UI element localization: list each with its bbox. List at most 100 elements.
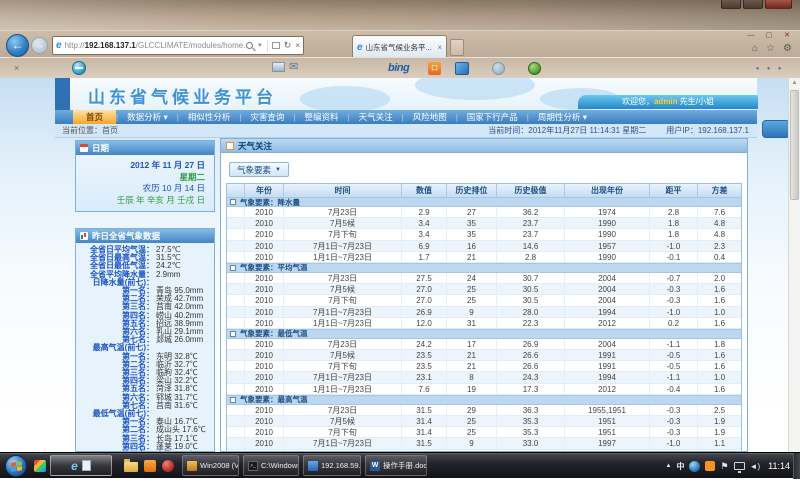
bing-box-icon[interactable]: 口	[428, 62, 441, 75]
start-button[interactable]	[5, 455, 27, 477]
address-bar[interactable]: e http://192.168.137.1/GLCCLIMATE/module…	[52, 36, 304, 55]
taskbar-button-2[interactable]: >_C:\Windows\sy...	[243, 455, 299, 476]
close-button[interactable]	[765, 0, 792, 9]
app-orange-icon[interactable]	[144, 460, 156, 472]
table-row[interactable]: 20101月1日~7月23日7.61917.32012-0.41.6	[227, 384, 741, 395]
minimize-button[interactable]	[721, 0, 741, 9]
scrollbar-up-icon[interactable]: ▲	[789, 78, 800, 88]
globe-icon[interactable]	[528, 62, 541, 75]
favorites-star-icon[interactable]: ☆	[766, 43, 775, 54]
table-row[interactable]: 20107月1日~7月23日26.9928.01994-1.01.0	[227, 307, 741, 318]
refresh-icon[interactable]: ↻	[284, 40, 292, 51]
quick-launch-icon[interactable]	[34, 460, 46, 472]
ime-indicator[interactable]: 中	[676, 461, 684, 472]
cell: 16	[447, 241, 497, 251]
speaker-icon[interactable]: ◄)	[750, 462, 761, 471]
bing-logo[interactable]: bing	[388, 62, 409, 74]
checkbox[interactable]	[230, 331, 236, 337]
checkbox[interactable]	[230, 199, 236, 205]
table-row[interactable]: 20107月1日~7月23日23.1824.31994-1.11.0	[227, 372, 741, 383]
forward-button[interactable]: →	[31, 37, 48, 54]
cell: 4.8	[698, 229, 741, 239]
nav-item-1[interactable]: 首页	[73, 110, 116, 124]
gear-icon[interactable]: ⚙	[783, 43, 792, 54]
tool-icon[interactable]	[492, 62, 505, 75]
browser-tab[interactable]: e 山东省气候业务平... ×	[352, 35, 447, 58]
media-player-icon[interactable]	[162, 460, 174, 472]
table-row[interactable]: 20107月23日24.21726.92004-1.11.8	[227, 339, 741, 350]
back-button[interactable]: ←	[6, 34, 29, 57]
taskbar-button-3[interactable]: 192.168.59.99...	[303, 455, 361, 476]
compatibility-icon[interactable]	[272, 42, 280, 49]
table-row[interactable]: 20107月下旬31.42535.31951-0.31.9	[227, 427, 741, 438]
home-icon[interactable]: ⌂	[752, 43, 758, 54]
scrollbar-thumb[interactable]	[790, 90, 799, 200]
cell: 2004	[565, 339, 650, 349]
nav-item-7[interactable]: 风险地图	[404, 110, 456, 124]
table-row[interactable]: 20107月23日31.52936.31955,1951-0.32.5	[227, 405, 741, 416]
nav-item-2[interactable]: 数据分析 ▾	[118, 110, 177, 124]
checkbox[interactable]	[230, 265, 236, 271]
action-center-flag-icon[interactable]: ⚑	[720, 461, 728, 472]
mail-icon[interactable]: ✉	[289, 60, 298, 73]
nav-item-3[interactable]: 相似性分析	[179, 110, 240, 124]
taskbar-button-1[interactable]: Win2008 (VS2...	[182, 455, 239, 476]
nav-item-9[interactable]: 周期性分析 ▾	[529, 110, 596, 124]
table-row[interactable]: 20107月5候27.02530.52004-0.31.6	[227, 284, 741, 295]
explorer-folder-icon[interactable]	[124, 462, 138, 472]
addon-logo-icon[interactable]	[72, 61, 86, 75]
card-icon[interactable]	[272, 62, 285, 72]
table-row[interactable]: 20107月5候31.42535.31951-0.31.9	[227, 416, 741, 427]
nav-item-6[interactable]: 天气关注	[350, 110, 402, 124]
date-panel-body: 2012 年 11 月 27 日 星期二 农历 10 月 14 日 壬辰 年 辛…	[76, 155, 214, 206]
media-icon[interactable]	[455, 62, 469, 75]
table-row[interactable]: 20107月5候23.52126.61991-0.51.6	[227, 350, 741, 361]
cell: 1月1日~7月23日	[284, 384, 402, 394]
stop-icon[interactable]: ×	[295, 41, 300, 50]
taskbar-button-4[interactable]: W操作手册.docx ...	[365, 455, 427, 476]
table-row[interactable]: 20101月1日~7月23日12.03122.320120.21.6	[227, 318, 741, 329]
checkbox[interactable]	[230, 397, 236, 403]
cell: 24	[447, 273, 497, 283]
table-row[interactable]: 20107月5候3.43523.719901.84.8	[227, 218, 741, 229]
tray-expand-icon[interactable]: ▲	[666, 463, 672, 469]
browser-close-button[interactable]: ✕	[778, 31, 796, 42]
nav-item-5[interactable]: 整编资料	[296, 110, 348, 124]
table-row[interactable]: 20107月23日2.92736.219742.87.6	[227, 207, 741, 218]
floating-widget[interactable]	[762, 120, 790, 138]
table-row[interactable]: 20101月1日~7月23日1.7212.81990-0.10.4	[227, 252, 741, 263]
toolbar-overflow-dots[interactable]: • • •	[756, 64, 784, 73]
element-dropdown-button[interactable]: 气象要素▼	[229, 162, 289, 177]
table-row[interactable]: 20107月1日~7月23日6.91614.61957-1.02.3	[227, 241, 741, 252]
browser-minimize-button[interactable]: —	[742, 31, 760, 42]
table-row[interactable]: 20107月下旬3.43523.719901.84.8	[227, 229, 741, 240]
show-desktop-button[interactable]	[793, 453, 800, 479]
taskbar-active-browser[interactable]: e	[50, 455, 112, 476]
dropdown-icon[interactable]: ▼	[257, 43, 263, 49]
tab-close-icon[interactable]: ×	[437, 43, 442, 52]
tray-clock[interactable]: 11:14	[768, 461, 790, 471]
cell: 9	[447, 438, 497, 448]
tray-app-icon[interactable]	[705, 461, 715, 471]
network-globe-icon[interactable]	[689, 461, 700, 472]
cell: 3.4	[402, 218, 447, 228]
cell: 21	[447, 252, 497, 262]
page-scrollbar[interactable]: ▲	[788, 78, 800, 452]
browser-maximize-button[interactable]: ▢	[760, 31, 778, 42]
nav-item-8[interactable]: 国家下行产品	[458, 110, 527, 124]
table-row[interactable]: 20107月1日~7月23日31.5933.01997-1.01.1	[227, 438, 741, 449]
table-row[interactable]: 20107月23日27.52430.72004-0.72.0	[227, 273, 741, 284]
word-icon: W	[370, 461, 380, 471]
toolbar-close-icon[interactable]: ×	[14, 63, 19, 73]
chart-icon	[80, 232, 88, 240]
display-icon[interactable]	[734, 462, 745, 470]
taskbar-button-label: C:\Windows\sy...	[261, 461, 299, 470]
table-row[interactable]: 20107月下旬23.52126.61991-0.51.6	[227, 361, 741, 372]
table-row[interactable]: 20107月下旬27.02530.52004-0.31.6	[227, 295, 741, 306]
maximize-button[interactable]	[743, 0, 763, 9]
nav-item-4[interactable]: 灾害查询	[241, 110, 293, 124]
new-tab-button[interactable]	[450, 39, 464, 56]
cell: 2.8	[650, 207, 698, 217]
search-icon[interactable]	[246, 42, 253, 49]
cell: 27.5	[402, 273, 447, 283]
